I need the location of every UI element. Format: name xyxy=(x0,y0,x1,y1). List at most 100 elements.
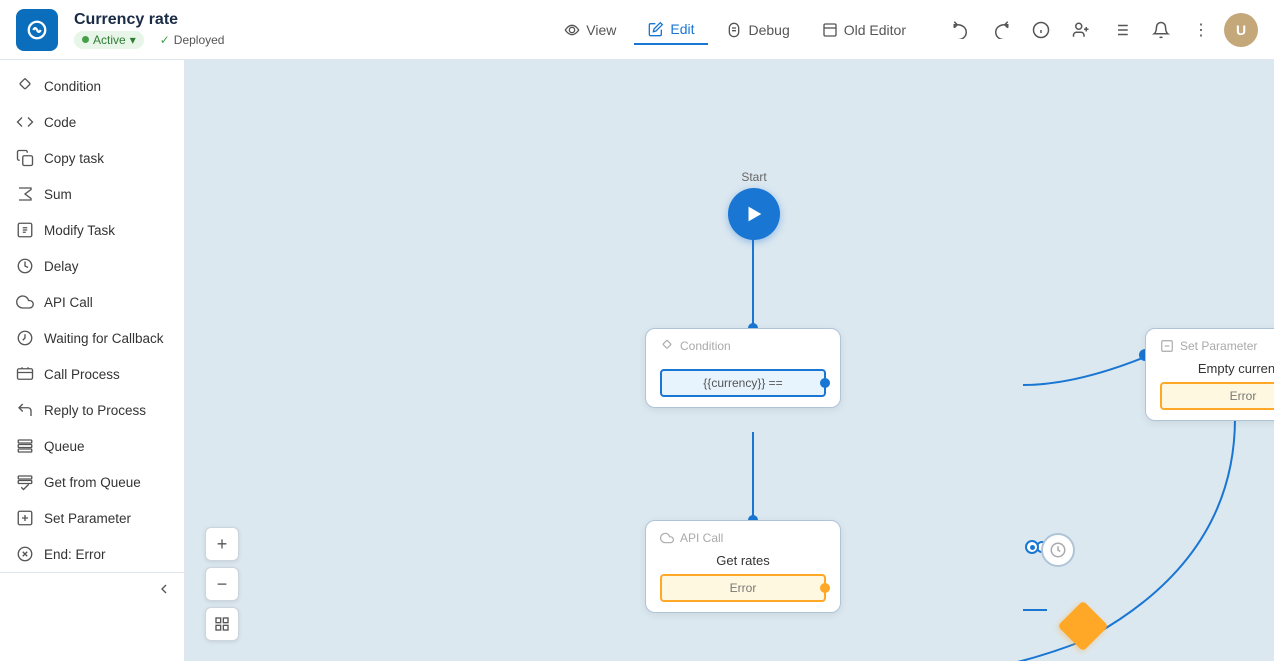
sidebar-label-code: Code xyxy=(44,115,76,130)
sidebar-label-sum: Sum xyxy=(44,187,72,202)
undo-button[interactable] xyxy=(944,13,978,47)
zoom-out-label: − xyxy=(217,574,228,595)
modify-icon xyxy=(16,221,34,239)
sidebar-label-call-process: Call Process xyxy=(44,367,120,382)
old-editor-label: Old Editor xyxy=(844,22,906,38)
end-error-icon xyxy=(16,545,34,563)
old-editor-button[interactable]: Old Editor xyxy=(808,16,920,44)
sidebar-item-reply-to-process[interactable]: Reply to Process xyxy=(0,392,184,428)
check-icon: ✓ xyxy=(160,33,170,47)
sidebar-label-set-parameter: Set Parameter xyxy=(44,511,131,526)
active-dot xyxy=(82,36,89,43)
clock-node xyxy=(1041,533,1075,567)
condition-node-icon xyxy=(660,339,674,353)
page-title: Currency rate xyxy=(74,11,232,29)
zoom-out-button[interactable]: − xyxy=(205,567,239,601)
api-call-title: Get rates xyxy=(660,553,826,568)
zoom-in-button[interactable]: + xyxy=(205,527,239,561)
more-button[interactable]: ⋮ xyxy=(1184,13,1218,47)
view-label: View xyxy=(586,22,616,38)
sum-icon xyxy=(16,185,34,203)
debug-button[interactable]: Debug xyxy=(712,16,803,44)
diamond-icon xyxy=(16,77,34,95)
sidebar-label-api-call: API Call xyxy=(44,295,93,310)
sidebar-label-modify-task: Modify Task xyxy=(44,223,115,238)
sidebar-label-delay: Delay xyxy=(44,259,79,274)
sidebar-item-queue[interactable]: Queue xyxy=(0,428,184,464)
sidebar-item-condition[interactable]: Condition xyxy=(0,68,184,104)
main-layout: Condition Code Copy task Sum Modify Task… xyxy=(0,60,1274,661)
sidebar-item-call-process[interactable]: Call Process xyxy=(0,356,184,392)
reply-icon xyxy=(16,401,34,419)
api-call-content: Get rates Error xyxy=(646,551,840,612)
code-icon xyxy=(16,113,34,131)
chevron-down-icon: ▾ xyxy=(130,33,136,47)
set-parameter-title: Empty currency xyxy=(1160,361,1274,376)
set-parameter-node[interactable]: Set Parameter Empty currency Error xyxy=(1145,328,1274,421)
app-logo[interactable] xyxy=(16,9,58,51)
sidebar-item-sum[interactable]: Sum xyxy=(0,176,184,212)
sidebar-item-get-from-queue[interactable]: Get from Queue xyxy=(0,464,184,500)
edit-label: Edit xyxy=(670,21,694,37)
header-tools: ⋮ U xyxy=(944,13,1258,47)
condition-port-dot xyxy=(820,378,830,388)
api-call-header: API Call xyxy=(646,521,840,551)
debug-label: Debug xyxy=(748,22,789,38)
sidebar-item-copy-task[interactable]: Copy task xyxy=(0,140,184,176)
sidebar-item-waiting-callback[interactable]: Waiting for Callback xyxy=(0,320,184,356)
nav-tabs: View Edit Debug Old Editor xyxy=(550,15,920,45)
fit-icon xyxy=(214,616,230,632)
sidebar-label-end-error: End: Error xyxy=(44,547,106,562)
sidebar-item-set-parameter[interactable]: Set Parameter xyxy=(0,500,184,536)
start-node: Start xyxy=(728,170,780,240)
sidebar-label-waiting-callback: Waiting for Callback xyxy=(44,331,164,346)
api-call-node[interactable]: API Call Get rates Error xyxy=(645,520,841,613)
clock-icon xyxy=(1049,541,1067,559)
avatar[interactable]: U xyxy=(1224,13,1258,47)
api-call-type-label: API Call xyxy=(680,531,723,545)
sidebar-item-code[interactable]: Code xyxy=(0,104,184,140)
condition-port: {{currency}} == xyxy=(660,369,826,397)
condition-node-content: {{currency}} == xyxy=(646,359,840,407)
delay-icon xyxy=(16,257,34,275)
list-button[interactable] xyxy=(1104,13,1138,47)
condition-node-header: Condition xyxy=(646,329,840,359)
copy-icon xyxy=(16,149,34,167)
sidebar-item-api-call[interactable]: API Call xyxy=(0,284,184,320)
view-button[interactable]: View xyxy=(550,16,630,44)
status-badges: Active ▾ ✓ Deployed xyxy=(74,31,232,49)
sidebar-label-reply-to-process: Reply to Process xyxy=(44,403,146,418)
api-call-node-icon xyxy=(660,531,674,545)
sidebar-item-end-error[interactable]: End: Error xyxy=(0,536,184,572)
diamond-node[interactable] xyxy=(1058,601,1109,652)
condition-node[interactable]: Condition {{currency}} == xyxy=(645,328,841,408)
sidebar-collapse-button[interactable] xyxy=(0,572,184,605)
sidebar-item-delay[interactable]: Delay xyxy=(0,248,184,284)
sidebar: Condition Code Copy task Sum Modify Task… xyxy=(0,60,185,661)
call-process-icon xyxy=(16,365,34,383)
fit-button[interactable] xyxy=(205,607,239,641)
condition-field-value: {{currency}} == xyxy=(703,376,782,390)
active-badge[interactable]: Active ▾ xyxy=(74,31,144,49)
edit-button[interactable]: Edit xyxy=(634,15,708,45)
deployed-badge: ✓ Deployed xyxy=(152,31,233,49)
canvas-controls: + − xyxy=(205,527,239,641)
sidebar-item-modify-task[interactable]: Modify Task xyxy=(0,212,184,248)
deployed-label: Deployed xyxy=(174,33,225,47)
set-param-icon xyxy=(16,509,34,527)
bell-button[interactable] xyxy=(1144,13,1178,47)
start-button[interactable] xyxy=(728,188,780,240)
set-parameter-error-port: Error xyxy=(1160,382,1274,410)
cloud-icon xyxy=(16,293,34,311)
redo-button[interactable] xyxy=(984,13,1018,47)
set-parameter-content: Empty currency Error xyxy=(1146,359,1274,420)
api-call-port-label: Error xyxy=(730,581,757,595)
set-param-type-label: Set Parameter xyxy=(1180,339,1257,353)
set-parameter-header: Set Parameter xyxy=(1146,329,1274,359)
flow-canvas: Start Condition {{currency}} == Set P xyxy=(185,60,1274,661)
header: Currency rate Active ▾ ✓ Deployed View E… xyxy=(0,0,1274,60)
person-add-button[interactable] xyxy=(1064,13,1098,47)
info-button[interactable] xyxy=(1024,13,1058,47)
sidebar-label-condition: Condition xyxy=(44,79,101,94)
play-icon xyxy=(743,203,765,225)
